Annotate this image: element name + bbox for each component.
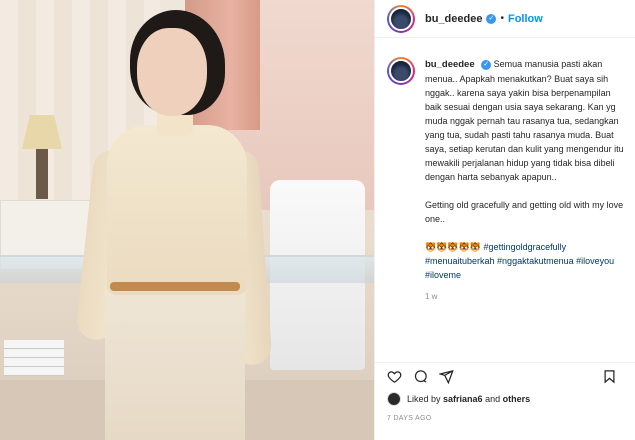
liker-avatar[interactable] (387, 392, 401, 406)
verified-icon: ✓ (481, 59, 492, 70)
post-side-panel: bu_deedee ✓ • Follow bu_deedee ✓ Semua m… (374, 0, 635, 440)
likes-others[interactable]: others (503, 394, 531, 404)
verified-icon: ✓ (486, 13, 497, 24)
likes-row: Liked by safriana6 and others (375, 389, 635, 409)
avatar[interactable] (387, 4, 415, 33)
caption-paragraph-3: 🐯🐯🐯🐯🐯 #gettingoldgracefully #menuaituber… (425, 240, 625, 282)
save-icon[interactable] (600, 367, 618, 385)
post-actions: Liked by safriana6 and others 7 DAYS AGO (375, 362, 635, 440)
caption-paragraph-1: bu_deedee ✓ Semua manusia pasti akan men… (425, 57, 625, 184)
avatar-image (389, 59, 413, 83)
comment-icon[interactable] (411, 367, 429, 385)
caption-avatar[interactable] (387, 57, 415, 85)
photo-blouse (107, 125, 247, 295)
post-header: bu_deedee ✓ • Follow (375, 0, 635, 38)
caption-paragraph-2: Getting old gracefully and getting old w… (425, 200, 624, 224)
likes-text: Liked by safriana6 and others (407, 394, 530, 404)
photo-lamp-base (36, 149, 48, 199)
separator-dot: • (500, 13, 504, 24)
photo-skirt (105, 290, 245, 440)
avatar-image (389, 6, 413, 31)
caption-block: bu_deedee ✓ Semua manusia pasti akan men… (387, 57, 627, 304)
caption-age: 1 w (425, 292, 438, 301)
photo-woman (75, 0, 275, 440)
follow-button[interactable]: Follow (508, 13, 543, 25)
post-timestamp: 7 DAYS AGO (387, 415, 432, 422)
heart-icon[interactable] (385, 367, 403, 385)
share-icon[interactable] (437, 367, 455, 385)
photo-books (4, 340, 64, 376)
liker-username[interactable]: safriana6 (443, 394, 483, 404)
photo-belt (110, 282, 240, 291)
likes-prefix: Liked by (407, 394, 444, 404)
caption-text: Semua manusia pasti akan menua.. Apapkah… (425, 59, 624, 182)
username[interactable]: bu_deedee (425, 13, 482, 25)
caption-emojis: 🐯🐯🐯🐯🐯 (425, 242, 482, 252)
likes-mid: and (482, 394, 503, 404)
caption: bu_deedee ✓ Semua manusia pasti akan men… (425, 57, 625, 304)
caption-username[interactable]: bu_deedee (425, 59, 475, 70)
photo-face (137, 28, 207, 116)
post-photo[interactable] (0, 0, 374, 440)
instagram-post: bu_deedee ✓ • Follow bu_deedee ✓ Semua m… (0, 0, 635, 440)
action-icons (375, 363, 635, 389)
